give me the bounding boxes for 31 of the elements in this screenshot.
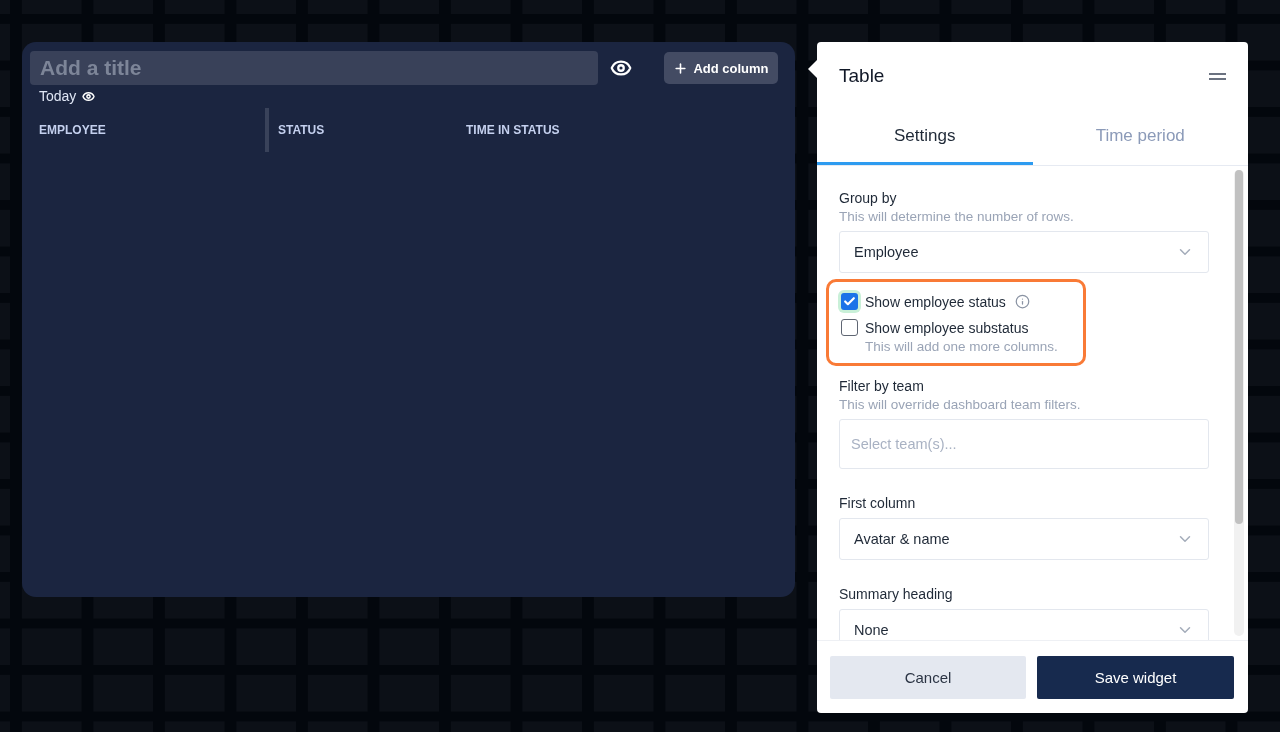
column-header: EMPLOYEE <box>30 108 269 152</box>
drag-handle-icon[interactable] <box>1209 72 1226 80</box>
checkbox-label: Show employee status <box>865 293 1006 310</box>
tab[interactable]: Settings <box>817 109 1033 165</box>
plus-icon <box>673 60 689 76</box>
field-hint: This will override dashboard team filters. <box>839 397 1082 412</box>
column-header: TIME IN STATUS <box>465 122 561 139</box>
team-select-field[interactable]: Select team(s)... <box>839 419 1209 469</box>
check-icon <box>843 295 856 308</box>
info-icon <box>1014 294 1030 309</box>
dropdown[interactable]: Avatar & name <box>839 518 1209 560</box>
scrollbar[interactable] <box>1234 170 1244 636</box>
add-column-button[interactable]: Add column <box>664 52 778 84</box>
save-button[interactable]: Save widget <box>1037 655 1234 699</box>
field-label: Filter by team <box>839 378 925 394</box>
cancel-button[interactable]: Cancel <box>830 655 1026 699</box>
field-label: Group by <box>839 190 898 206</box>
dropdown[interactable]: Employee <box>839 231 1209 273</box>
checkbox[interactable] <box>841 293 858 310</box>
checkbox[interactable] <box>841 319 858 336</box>
title-field[interactable]: Add a title <box>30 51 598 85</box>
eye-icon <box>82 89 96 103</box>
field-label: Summary heading <box>839 586 954 602</box>
field-hint: This will determine the number of rows. <box>839 209 1075 224</box>
field-label: First column <box>839 495 917 511</box>
panel-title: Table <box>839 65 885 87</box>
checkbox-hint: This will add one more columns. <box>865 339 1059 354</box>
dropdown[interactable]: None <box>839 609 1209 640</box>
column-header: STATUS <box>277 122 326 139</box>
period-label: Today <box>39 88 77 104</box>
checkbox-label: Show employee substatus <box>865 319 1029 336</box>
